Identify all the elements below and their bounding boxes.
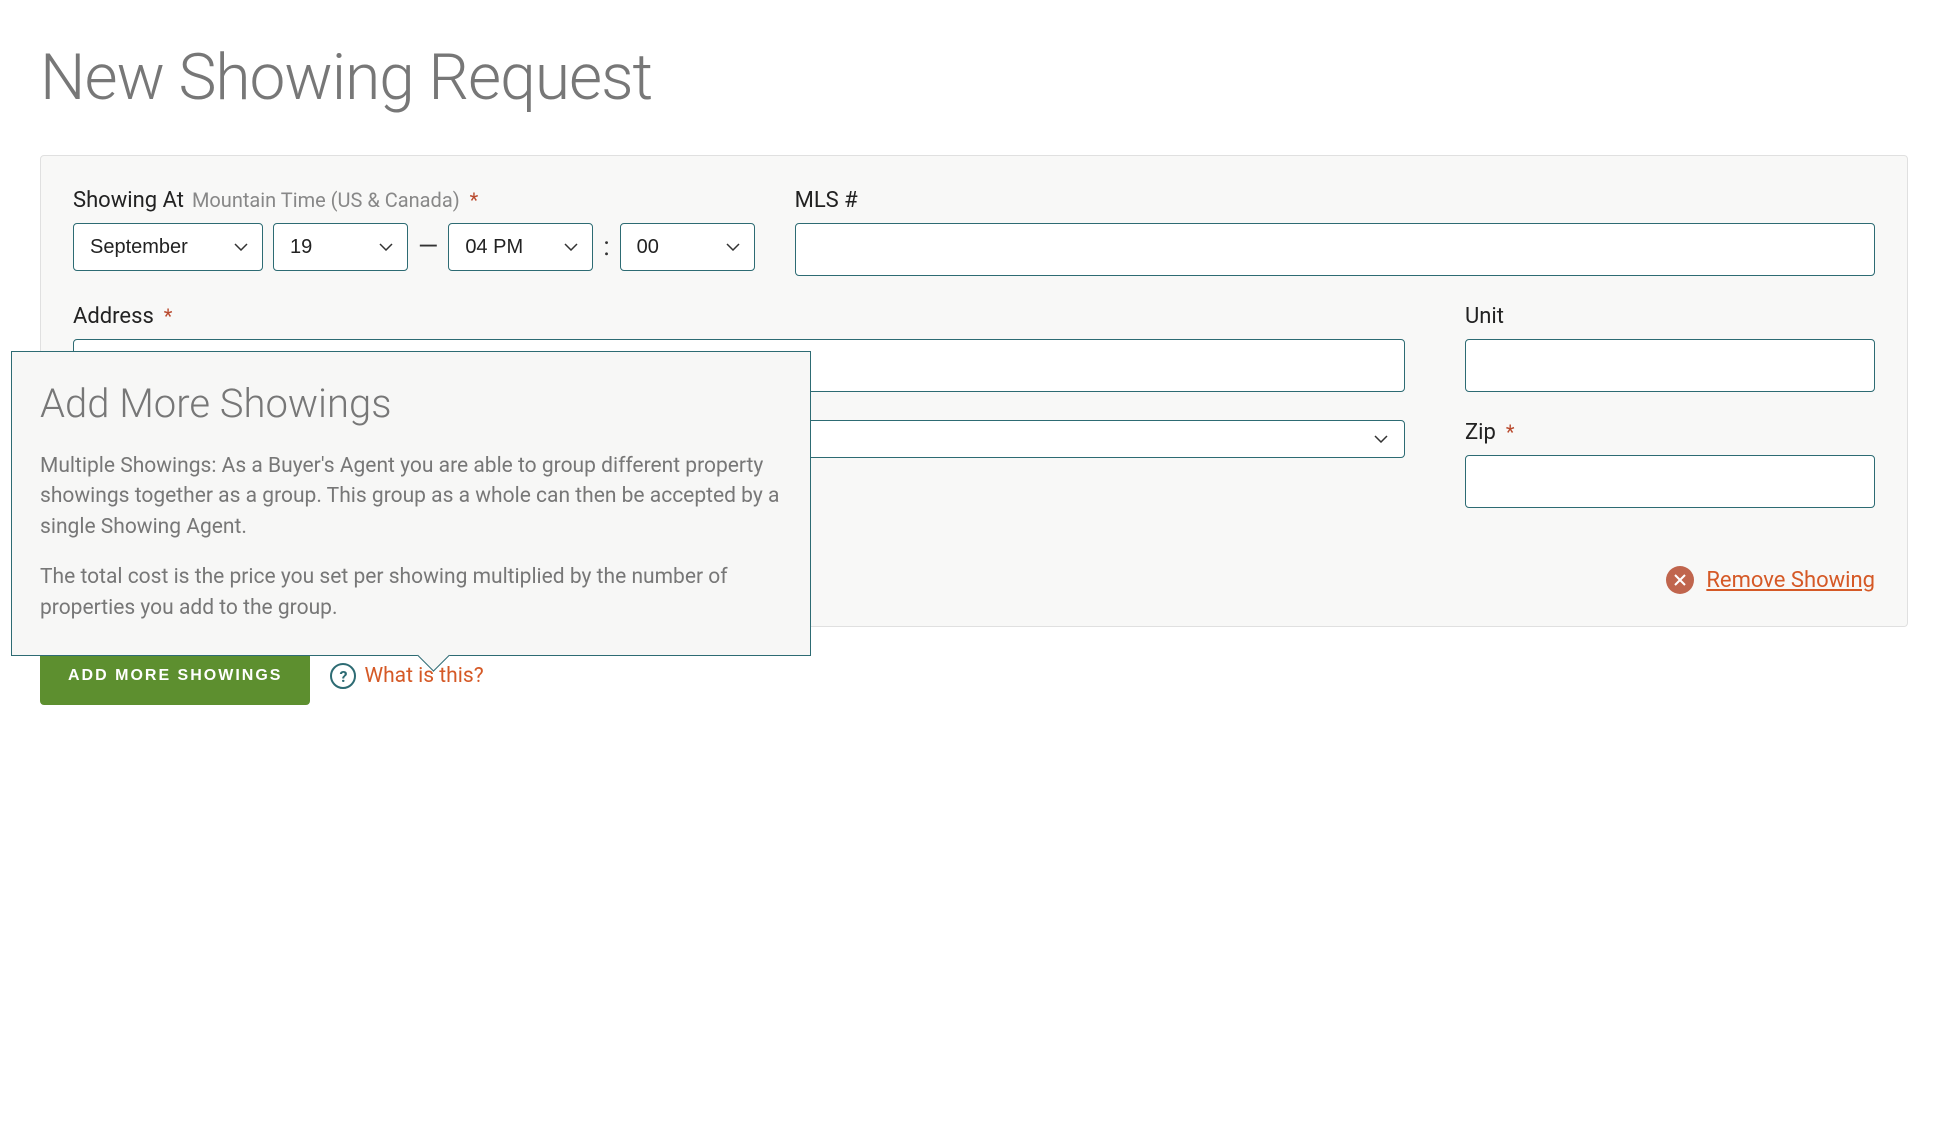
mls-input[interactable] xyxy=(795,223,1875,276)
add-more-showings-popover: Add More Showings Multiple Showings: As … xyxy=(11,351,811,656)
required-marker: * xyxy=(470,188,479,212)
address-label: Address * xyxy=(73,304,1405,329)
datetime-row: September 19 — 04 PM : 00 xyxy=(73,223,755,271)
address-label-text: Address xyxy=(73,304,154,329)
day-select[interactable]: 19 xyxy=(273,223,408,271)
remove-showing-link[interactable]: Remove Showing xyxy=(1666,566,1875,594)
required-marker: * xyxy=(1506,420,1515,444)
zip-group: Zip * xyxy=(1465,420,1875,508)
dash-separator: — xyxy=(418,232,438,262)
close-icon xyxy=(1666,566,1694,594)
what-is-this-text: What is this? xyxy=(364,664,483,688)
colon-separator: : xyxy=(603,232,609,262)
popover-title: Add More Showings xyxy=(40,380,782,427)
popover-paragraph-2: The total cost is the price you set per … xyxy=(40,562,782,623)
showing-form-card: Showing At Mountain Time (US & Canada) *… xyxy=(40,155,1908,627)
zip-label: Zip * xyxy=(1465,420,1875,445)
required-marker: * xyxy=(164,304,173,328)
chevron-down-icon xyxy=(1374,435,1388,443)
showing-at-label: Showing At Mountain Time (US & Canada) * xyxy=(73,188,755,213)
what-is-this-link[interactable]: ? What is this? xyxy=(330,663,483,689)
unit-label: Unit xyxy=(1465,304,1875,329)
timezone-text: Mountain Time (US & Canada) xyxy=(192,188,460,212)
mls-group: MLS # xyxy=(795,188,1875,276)
zip-input[interactable] xyxy=(1465,455,1875,508)
unit-group: Unit xyxy=(1465,304,1875,392)
month-select[interactable]: September xyxy=(73,223,263,271)
unit-label-text: Unit xyxy=(1465,304,1504,329)
zip-label-text: Zip xyxy=(1465,420,1496,445)
mls-label-text: MLS # xyxy=(795,188,858,213)
showing-at-group: Showing At Mountain Time (US & Canada) *… xyxy=(73,188,755,276)
popover-paragraph-1: Multiple Showings: As a Buyer's Agent yo… xyxy=(40,451,782,542)
help-icon: ? xyxy=(330,663,356,689)
minute-select[interactable]: 00 xyxy=(620,223,755,271)
mls-label: MLS # xyxy=(795,188,1875,213)
remove-showing-text: Remove Showing xyxy=(1706,568,1875,593)
page-title: New Showing Request xyxy=(40,40,1908,115)
hour-select[interactable]: 04 PM xyxy=(448,223,593,271)
showing-at-label-text: Showing At xyxy=(73,188,184,213)
unit-input[interactable] xyxy=(1465,339,1875,392)
